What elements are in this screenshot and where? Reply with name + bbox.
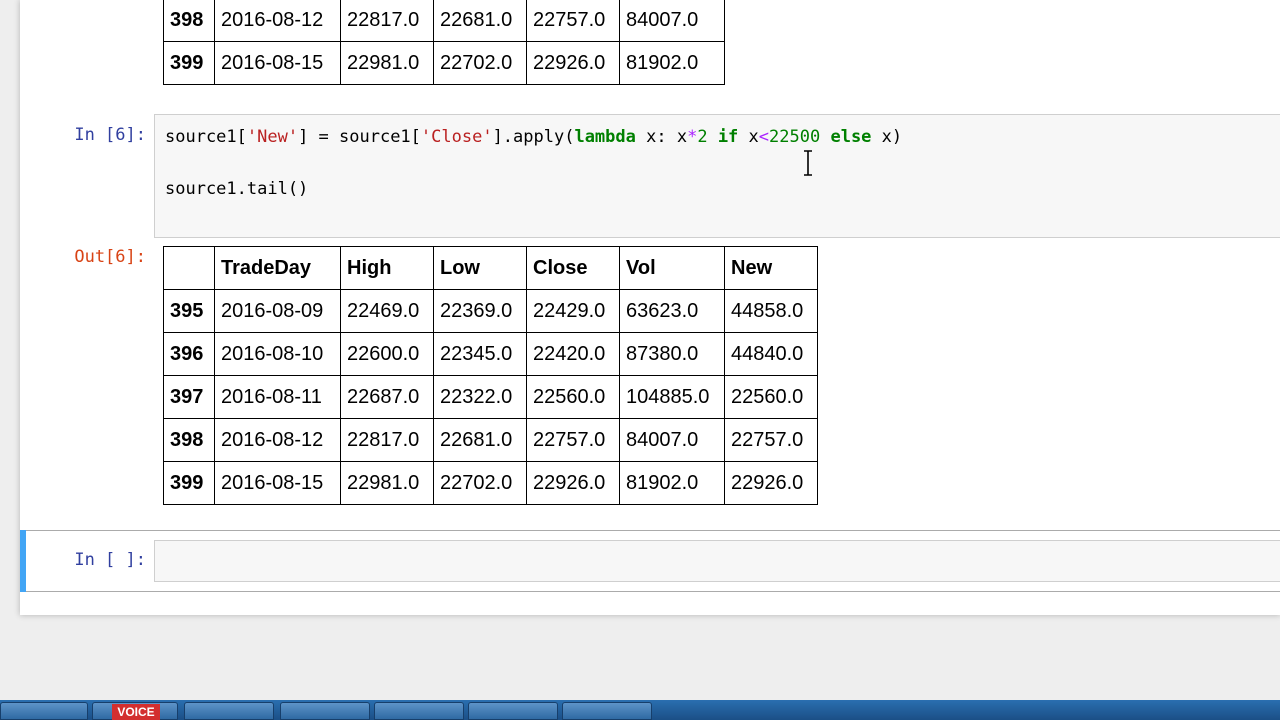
table-row: 396 2016-08-10 22600.0 22345.0 22420.0 8… — [163, 332, 818, 376]
taskbar-app-button[interactable] — [468, 702, 558, 720]
table-cell: 44840.0 — [724, 332, 818, 376]
table-cell: 22817.0 — [340, 0, 434, 42]
table-row: 398 2016-08-12 22817.0 22681.0 22757.0 8… — [163, 0, 725, 42]
output-prompt: Out[6]: — [74, 247, 146, 267]
table-cell: 22600.0 — [340, 332, 434, 376]
table-header-row: TradeDay High Low Close Vol New — [163, 246, 818, 290]
code-token: if — [717, 127, 739, 147]
table-cell: 2016-08-15 — [214, 461, 341, 505]
table-cell: 22687.0 — [340, 375, 434, 419]
empty-code-editor[interactable] — [154, 540, 1280, 582]
column-header-close: Close — [526, 246, 620, 290]
table-cell: 22369.0 — [433, 289, 527, 333]
row-index: 398 — [163, 0, 215, 42]
table-cell: 22926.0 — [526, 41, 620, 85]
previous-output-table: 398 2016-08-12 22817.0 22681.0 22757.0 8… — [163, 0, 725, 85]
code-token: 22500 — [769, 127, 821, 147]
active-cell-indicator — [20, 530, 26, 592]
table-row: 399 2016-08-15 22981.0 22702.0 22926.0 8… — [163, 41, 725, 85]
table-cell: 81902.0 — [619, 461, 725, 505]
input-prompt: In [6]: — [74, 125, 146, 145]
code-token: < — [758, 127, 770, 147]
table-cell: 22420.0 — [526, 332, 620, 376]
table-cell: 22981.0 — [340, 461, 434, 505]
table-cell: 22681.0 — [433, 418, 527, 462]
column-header-vol: Vol — [619, 246, 725, 290]
code-line-2[interactable]: source1.tail() — [165, 179, 308, 199]
table-cell: 22560.0 — [526, 375, 620, 419]
row-index: 396 — [163, 332, 215, 376]
table-cell: 22926.0 — [724, 461, 818, 505]
table-row: 399 2016-08-15 22981.0 22702.0 22926.0 8… — [163, 461, 818, 505]
table-cell: 22429.0 — [526, 289, 620, 333]
row-index: 398 — [163, 418, 215, 462]
table-cell: 22702.0 — [433, 461, 527, 505]
table-cell: 2016-08-09 — [214, 289, 341, 333]
code-token: 'New' — [246, 127, 299, 147]
voice-app-label: VOICE — [112, 704, 160, 720]
table-cell: 22757.0 — [526, 418, 620, 462]
row-index: 395 — [163, 289, 215, 333]
code-token: * — [687, 127, 698, 147]
table-row: 397 2016-08-11 22687.0 22322.0 22560.0 1… — [163, 375, 818, 419]
table-cell: 22926.0 — [526, 461, 620, 505]
taskbar-app-button[interactable] — [562, 702, 652, 720]
code-line-1[interactable]: source1['New'] = source1['Close'].apply(… — [165, 127, 902, 147]
table-cell: 81902.0 — [619, 41, 725, 85]
table-cell: 2016-08-12 — [214, 0, 341, 42]
table-cell: 2016-08-10 — [214, 332, 341, 376]
row-index: 399 — [163, 41, 215, 85]
table-cell: 22322.0 — [433, 375, 527, 419]
row-index: 397 — [163, 375, 215, 419]
column-header-high: High — [340, 246, 434, 290]
table-cell: 2016-08-12 — [214, 418, 341, 462]
code-token: 2 — [697, 127, 708, 147]
code-token: lambda — [574, 127, 636, 147]
code-token: else — [830, 127, 872, 147]
code-token: 'Close' — [420, 127, 493, 147]
input-prompt-empty: In [ ]: — [74, 550, 146, 570]
code-editor[interactable]: source1['New'] = source1['Close'].apply(… — [154, 114, 1280, 238]
table-cell: 22681.0 — [433, 0, 527, 42]
column-header-low: Low — [433, 246, 527, 290]
code-token: x — [738, 127, 759, 147]
output-dataframe-table: TradeDay High Low Close Vol New 395 2016… — [163, 246, 818, 505]
taskbar-app-button[interactable] — [374, 702, 464, 720]
table-cell: 87380.0 — [619, 332, 725, 376]
table-cell: 22981.0 — [340, 41, 434, 85]
table-cell: 2016-08-11 — [214, 375, 341, 419]
code-token: source1[ — [165, 127, 247, 147]
code-token: x: x — [635, 127, 688, 147]
table-cell: 2016-08-15 — [214, 41, 341, 85]
table-row: 398 2016-08-12 22817.0 22681.0 22757.0 8… — [163, 418, 818, 462]
table-cell: 22702.0 — [433, 41, 527, 85]
code-token: ] = source1[ — [298, 127, 421, 147]
column-header-new: New — [724, 246, 818, 290]
code-token: x) — [871, 127, 903, 147]
table-cell: 44858.0 — [724, 289, 818, 333]
table-cell: 22345.0 — [433, 332, 527, 376]
taskbar-firefox-button[interactable] — [280, 702, 370, 720]
table-row: 395 2016-08-09 22469.0 22369.0 22429.0 6… — [163, 289, 818, 333]
taskbar-folder-button[interactable] — [0, 702, 88, 720]
taskbar-window-button[interactable] — [184, 702, 274, 720]
text-cursor-icon — [804, 150, 812, 176]
table-cell: 22757.0 — [526, 0, 620, 42]
table-cell: 22469.0 — [340, 289, 434, 333]
table-cell: 104885.0 — [619, 375, 725, 419]
table-cell: 84007.0 — [619, 418, 725, 462]
table-cell: 22757.0 — [724, 418, 818, 462]
table-cell: 22560.0 — [724, 375, 818, 419]
table-cell: 63623.0 — [619, 289, 725, 333]
column-header — [163, 246, 215, 290]
code-token: ].apply( — [492, 127, 575, 147]
row-index: 399 — [163, 461, 215, 505]
column-header-tradeday: TradeDay — [214, 246, 341, 290]
table-cell: 84007.0 — [619, 0, 725, 42]
table-cell: 22817.0 — [340, 418, 434, 462]
